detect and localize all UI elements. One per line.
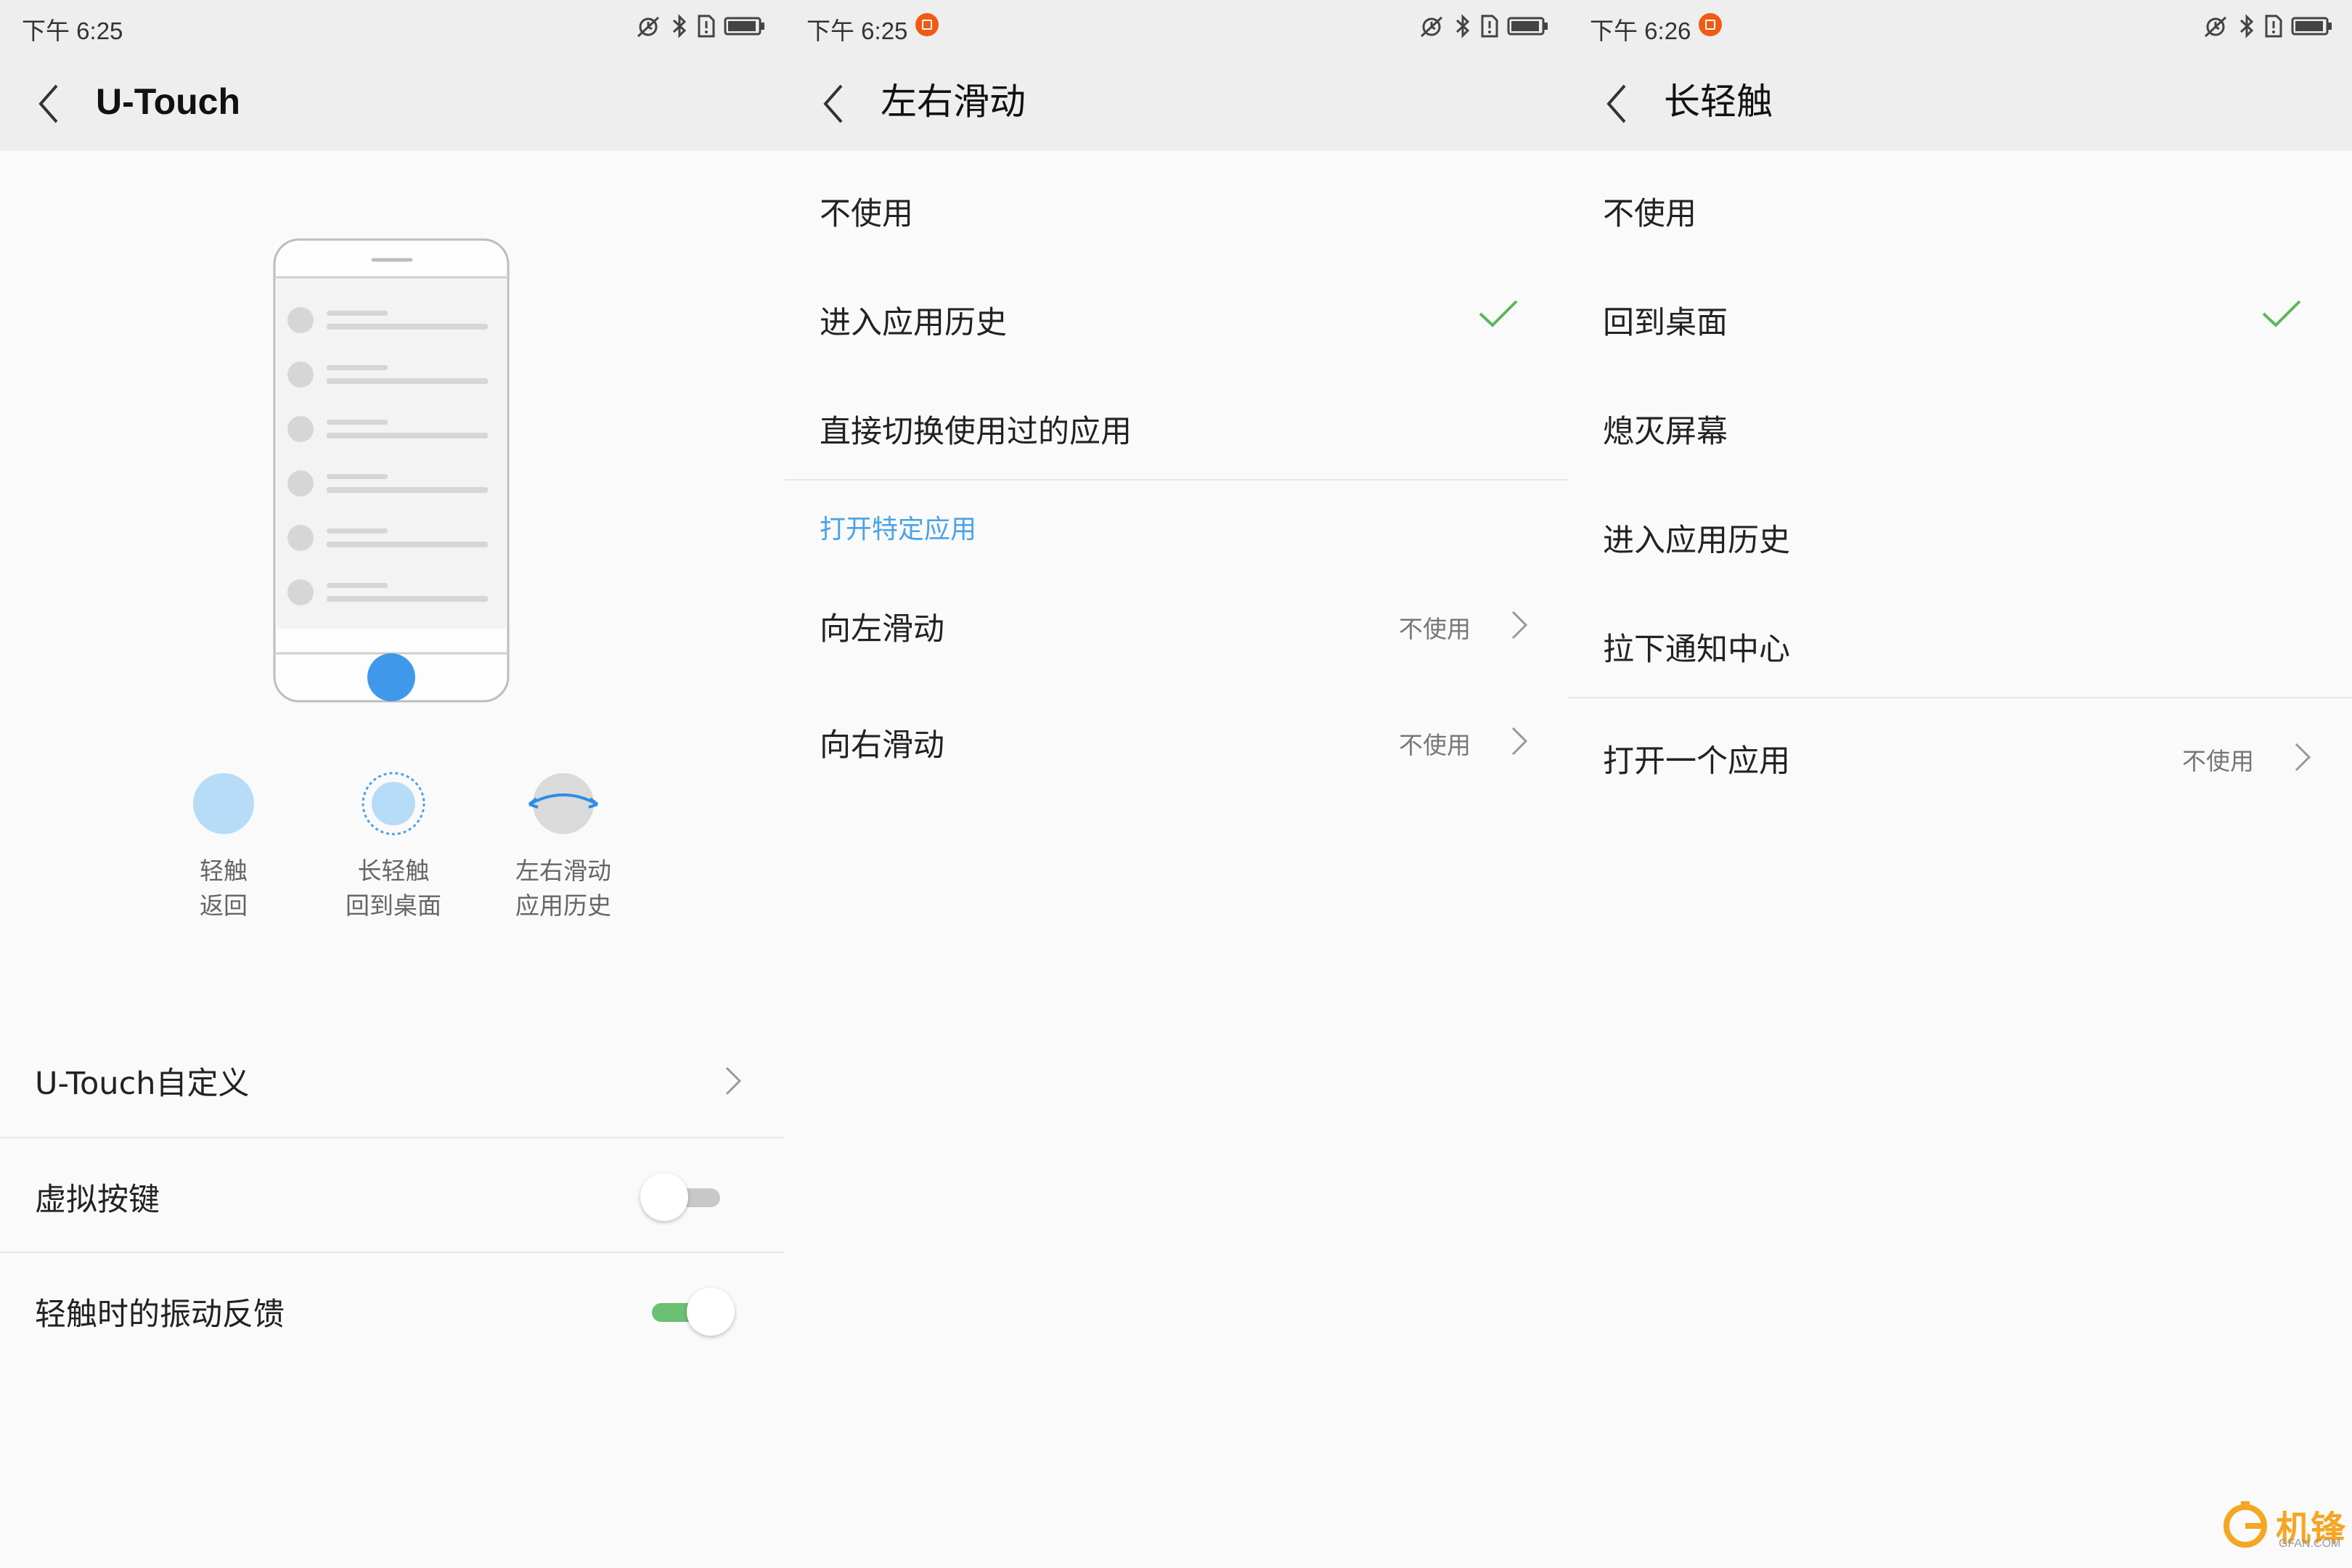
- bluetooth-icon: [2239, 14, 2254, 38]
- status-bar: 下午 6:25: [785, 0, 1568, 52]
- title-bar: 左右滑动: [785, 52, 1568, 151]
- row-label: 虚拟按键: [35, 1182, 160, 1218]
- virtual-keys-toggle[interactable]: [639, 1167, 733, 1225]
- option-row[interactable]: 熄灭屏幕: [1568, 370, 2352, 479]
- checkmark-icon: [2262, 300, 2301, 327]
- row-label: U-Touch自定义: [35, 1066, 250, 1102]
- battery-icon: [1507, 17, 1548, 36]
- option-row[interactable]: 进入应用历史: [1568, 479, 2352, 588]
- back-arrow-icon: [823, 84, 843, 123]
- bluetooth-icon: [1455, 14, 1470, 38]
- watermark-domain: GFAN.COM: [2279, 1538, 2341, 1550]
- chevron-right-icon: [1511, 611, 1528, 640]
- status-time: 下午 6:25: [22, 17, 123, 44]
- status-time: 下午 6:25: [807, 17, 908, 44]
- sim-alert-icon: [698, 15, 715, 38]
- option-row[interactable]: 直接切换使用过的应用: [785, 370, 1568, 479]
- option-row[interactable]: 进入应用历史: [785, 261, 1568, 370]
- chevron-right-icon: [1511, 727, 1528, 756]
- option-label: 回到桌面: [1603, 305, 1728, 341]
- option-label: 向右滑动: [820, 727, 944, 764]
- option-row[interactable]: 拉下通知中心: [1568, 588, 2352, 697]
- option-row[interactable]: 不使用: [1568, 152, 2352, 261]
- notification-dot-icon: [915, 13, 939, 36]
- gfan-watermark: 机锋 GFAN.COM: [2218, 1495, 2348, 1553]
- swipe-settings-screen: 下午 6:25 左右滑动 不使用 进入应用历史 直接切换使用过的应用 打开特定应…: [785, 0, 1568, 1568]
- page-title: 左右滑动: [881, 81, 1026, 123]
- alarm-muted-icon: [2204, 16, 2227, 38]
- option-label: 不使用: [820, 196, 913, 232]
- status-icons: [1417, 13, 1549, 39]
- status-time: 下午 6:26: [1590, 17, 1691, 44]
- value-text: 不使用: [1399, 731, 1471, 759]
- phone-illustration: [273, 238, 510, 703]
- long-tap-gesture-icon: [354, 764, 433, 844]
- alarm-muted-icon: [1420, 16, 1443, 38]
- back-button[interactable]: [29, 75, 75, 128]
- option-row[interactable]: 不使用: [785, 152, 1568, 261]
- chevron-right-icon: [725, 1066, 742, 1095]
- checkmark-icon: [1479, 300, 1518, 327]
- gesture-swipe: 左右滑动 应用历史: [491, 764, 636, 923]
- vibration-toggle[interactable]: [639, 1282, 735, 1340]
- option-label: 直接切换使用过的应用: [820, 414, 1132, 450]
- option-label: 熄灭屏幕: [1603, 414, 1728, 450]
- tap-gesture-icon: [184, 764, 264, 844]
- status-icons: [2201, 13, 2333, 39]
- swipe-left-row[interactable]: 向左滑动 不使用: [785, 566, 1568, 682]
- gesture-label: 轻触 返回: [200, 857, 248, 920]
- long-tap-settings-screen: 下午 6:26 长轻触 不使用 回到桌面 熄灭屏幕 进入应用历史 拉下通知中心 …: [1568, 0, 2352, 1568]
- battery-icon: [724, 17, 764, 36]
- u-touch-screen: 下午 6:25 U-Touch 轻触 返回 长轻触 回到桌面 左右滑动 应用历史…: [0, 0, 785, 1568]
- option-label: 向左滑动: [820, 611, 944, 648]
- swipe-right-row[interactable]: 向右滑动 不使用: [785, 682, 1568, 799]
- status-bar: 下午 6:26: [1568, 0, 2352, 52]
- chevron-right-icon: [2295, 743, 2311, 772]
- swipe-gesture-icon: [523, 764, 603, 844]
- alarm-muted-icon: [637, 16, 660, 38]
- status-icons: [634, 13, 766, 39]
- value-text: 不使用: [1399, 615, 1471, 643]
- option-label: 拉下通知中心: [1603, 632, 1790, 668]
- gesture-long-tap: 长轻触 回到桌面: [321, 764, 466, 923]
- option-label: 进入应用历史: [1603, 523, 1790, 559]
- back-button[interactable]: [1597, 75, 1643, 128]
- gesture-label: 长轻触 回到桌面: [346, 857, 441, 920]
- notification-dot-icon: [1699, 13, 1722, 36]
- sim-alert-icon: [2265, 15, 2282, 38]
- row-label: 轻触时的振动反馈: [35, 1297, 285, 1333]
- page-title: U-Touch: [96, 81, 241, 122]
- title-bar: U-Touch: [0, 52, 785, 151]
- bluetooth-icon: [672, 14, 687, 38]
- open-app-row[interactable]: 打开一个应用 不使用: [1568, 698, 2352, 814]
- gesture-tap: 轻触 返回: [151, 764, 296, 923]
- divider: [785, 479, 1568, 481]
- sim-alert-icon: [1481, 15, 1498, 38]
- option-label: 打开一个应用: [1603, 743, 1790, 780]
- battery-icon: [2291, 17, 2332, 36]
- status-bar: 下午 6:25: [0, 0, 785, 52]
- virtual-keys-row: 虚拟按键: [0, 1138, 785, 1253]
- back-arrow-icon: [1606, 84, 1626, 123]
- gesture-label: 左右滑动 应用历史: [515, 857, 611, 920]
- gfan-logo-icon: [2224, 1501, 2267, 1548]
- back-button[interactable]: [814, 75, 860, 128]
- option-label: 不使用: [1603, 196, 1696, 232]
- u-touch-customize-row[interactable]: U-Touch自定义: [0, 1022, 785, 1138]
- option-row[interactable]: 回到桌面: [1568, 261, 2352, 370]
- value-text: 不使用: [2182, 747, 2254, 775]
- option-label: 进入应用历史: [820, 305, 1007, 341]
- vibration-feedback-row: 轻触时的振动反馈: [0, 1253, 785, 1369]
- back-arrow-icon: [38, 84, 58, 123]
- section-header: 打开特定应用: [820, 515, 977, 544]
- page-title: 长轻触: [1664, 81, 1773, 123]
- title-bar: 长轻触: [1568, 52, 2352, 151]
